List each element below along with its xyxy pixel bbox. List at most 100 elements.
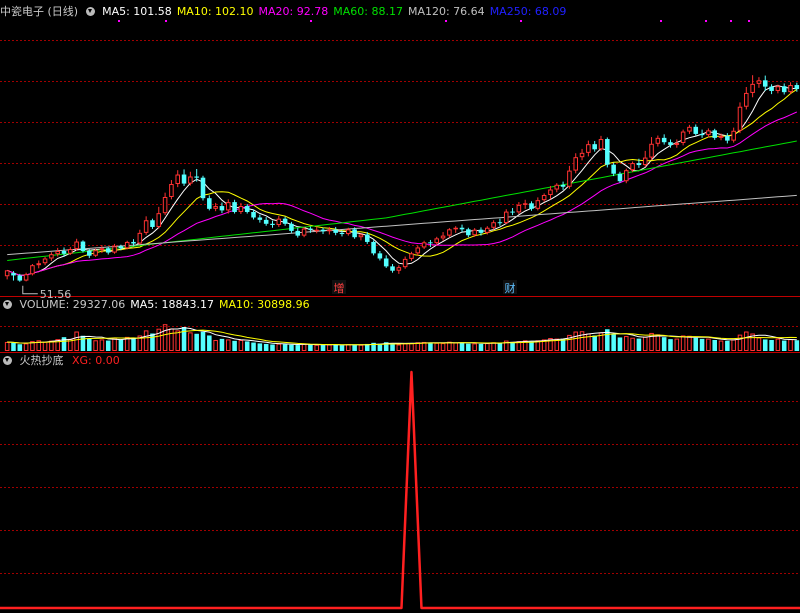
candle-body-up [124,241,130,249]
candle-body-up [74,241,79,250]
candle-body-up [55,251,60,255]
candle-body-down [118,246,124,249]
candle-body-up [447,229,452,236]
candle-body-up [409,253,414,259]
ma-legend: MA5: 101.58 MA10: 102.10 MA20: 92.78 MA60: … [102,5,571,18]
volume-bar-down [428,343,433,351]
indicator-title: 火热抄底 [19,354,64,367]
candle-body-up [30,265,35,275]
volume-bar-down [339,345,345,351]
candle-body-up [238,206,244,212]
candle-body-up [630,163,635,171]
legend-volume-vol: VOLUME: 29327.06 [19,298,126,311]
candle-body-up [415,247,421,254]
signal-dot [730,20,732,22]
volume-bar-down [263,343,269,351]
candle-body-up [485,227,490,233]
volume-bar-up [175,330,181,352]
candle-body-down [339,232,345,235]
candle-body-down [251,211,256,218]
volume-bar-down [794,340,800,351]
volume-bar-down [200,331,206,351]
candle-body-up [674,142,680,145]
volume-bar-up [421,341,427,352]
volume-bar-down [308,344,313,351]
candle-body-up [775,86,781,91]
chevron-down-circle-icon[interactable] [85,7,95,16]
candle-body-down [661,137,667,143]
candle-body-down [263,219,269,224]
volume-bar-down [11,342,16,351]
volume-bar-up [162,324,168,352]
candle-body-up [301,228,307,236]
volume-bar-down [668,339,673,351]
candle-body-up [756,80,762,84]
candle-body-up [440,235,446,239]
volume-bar-up [143,330,149,352]
volume-bar-down [611,334,616,351]
candle-body-down [194,176,199,178]
volume-bar-up [453,342,458,351]
volume-bar-up [485,343,490,351]
price-panel: 51.56 增财 [4,20,800,301]
candle-body-down [232,202,237,212]
candle-body-up [402,258,408,268]
candle-body-down [371,241,376,254]
candle-body-down [282,218,288,224]
volume-bar-up [718,340,724,352]
candle-body-up [276,218,282,225]
volume-bar-down [118,339,124,351]
candle-body-up [99,248,105,251]
candle-body-down [560,184,566,187]
volume-bar-up [42,341,48,352]
candle-body-up [143,220,149,233]
candle-body-down [270,223,275,225]
candle-body-down [769,86,774,91]
indicator-panel [0,370,800,610]
volume-bar-up [788,339,793,352]
chevron-down-circle-icon[interactable] [3,356,12,365]
candle-body-up [4,270,10,277]
candle-body-down [605,139,610,165]
candle-body-up [68,249,73,254]
candle-body-up [750,83,755,93]
volume-bar-down [352,345,357,351]
candle-body-up [156,213,162,227]
candle-body-down [207,198,212,209]
candle-body-down [80,241,86,252]
volume-bar-up [301,343,307,351]
price-panel-header: 中瓷电子 (日线) MA5: 101.58 MA10: 102.10 MA20: 9… [0,4,576,20]
candle-body-up [731,130,736,141]
volume-bar-down [497,343,503,351]
candle-body-up [788,85,793,93]
volume-bar-down [181,327,187,351]
volume-bar-down [282,344,288,351]
volume-bar-down [781,340,787,351]
candle-body-up [358,234,364,238]
event-marker: 增 [334,281,345,295]
candle-body-up [23,274,29,281]
signal-dot [165,20,167,22]
candle-body-down [617,173,623,182]
candle-body-up [327,229,332,232]
legend-ma120: MA120: 76.64 [407,5,485,18]
volume-bar-down [712,339,717,351]
candle-body-down [131,241,136,244]
candle-body-up [642,157,648,166]
chevron-down-circle-icon[interactable] [3,300,12,309]
volume-bar-down [333,344,338,351]
candle-body-up [535,200,541,209]
candle-body-down [636,163,642,166]
candle-body-down [244,206,250,212]
candle-body-up [623,170,629,182]
signal-dot [748,20,750,22]
volume-bar-up [623,336,629,351]
volume-bar-down [150,333,155,351]
volume-bar-up [491,342,496,351]
volume-bar-up [238,339,244,352]
volume-bar-down [207,335,212,351]
volume-bar-down [17,344,23,351]
volume-bar-up [409,343,414,351]
candle-body-down [352,229,357,238]
candle-body-up [706,130,711,136]
